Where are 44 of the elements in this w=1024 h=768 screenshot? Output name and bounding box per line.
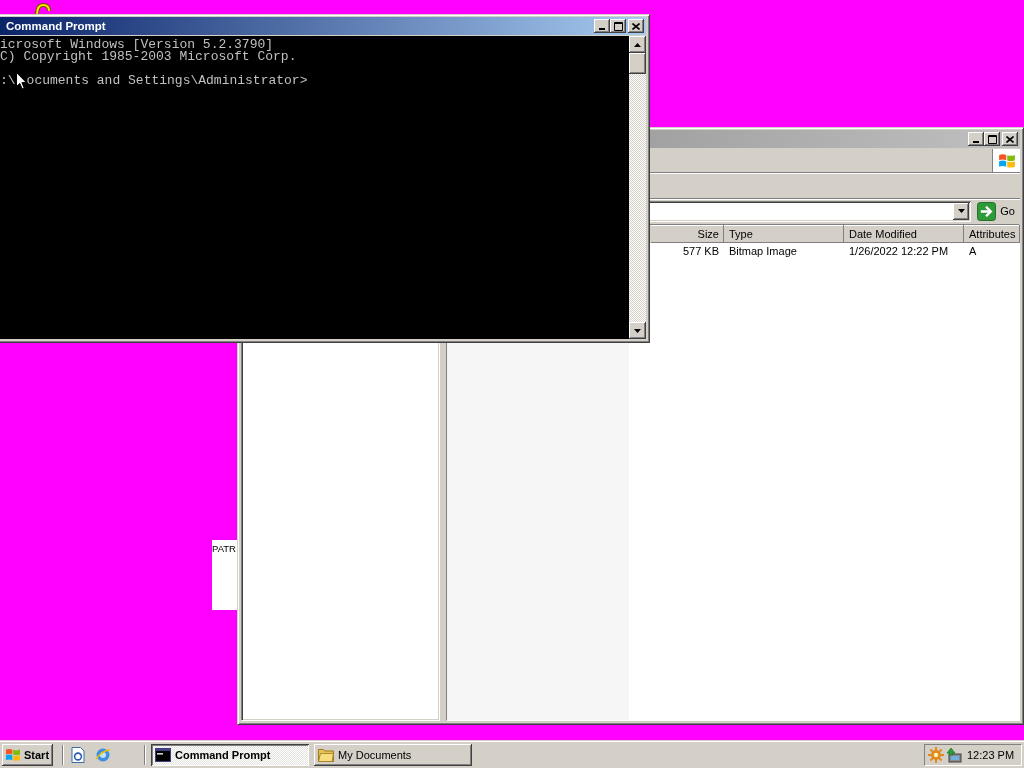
go-button[interactable]: Go bbox=[976, 200, 1018, 222]
column-header[interactable]: Date Modified bbox=[844, 225, 964, 243]
address-field[interactable] bbox=[650, 200, 972, 222]
clock-text: 12:23 PM bbox=[967, 748, 1015, 761]
maximize-icon bbox=[613, 21, 623, 31]
close-icon bbox=[1006, 135, 1014, 143]
document-icon[interactable] bbox=[70, 746, 86, 763]
prompt-text: ocuments and Settings\Administrator> bbox=[26, 75, 308, 87]
console-line: C) Copyright 1985-2003 Microsoft Corp. bbox=[0, 51, 297, 63]
maximize-button[interactable] bbox=[610, 19, 626, 33]
arrow-right-icon bbox=[977, 201, 997, 221]
column-header[interactable]: Type bbox=[724, 225, 844, 243]
scroll-up-button[interactable] bbox=[629, 36, 646, 53]
close-icon bbox=[632, 22, 640, 30]
prompt-text: :\ bbox=[0, 75, 16, 87]
taskbar-button[interactable]: Command Prompt bbox=[151, 743, 309, 766]
window-title: Command Prompt bbox=[5, 20, 106, 32]
maximize-icon bbox=[987, 134, 997, 144]
console-icon bbox=[155, 747, 171, 762]
panel-text: PATR bbox=[212, 543, 236, 554]
mouse-pointer-icon bbox=[16, 72, 27, 90]
column-header[interactable]: Attributes bbox=[964, 225, 1021, 243]
table-cell-text: 577 KB bbox=[681, 244, 720, 259]
dropdown-arrow-icon bbox=[957, 209, 965, 213]
flag-icon bbox=[5, 746, 21, 763]
folder-icon bbox=[318, 747, 334, 762]
minimize-button[interactable] bbox=[594, 19, 610, 33]
table-cell-text: A bbox=[968, 244, 978, 259]
triangle-down-icon bbox=[634, 328, 641, 333]
close-button[interactable] bbox=[628, 19, 644, 33]
taskbar-button[interactable]: My Documents bbox=[314, 743, 472, 766]
scrollbar-thumb[interactable] bbox=[629, 53, 646, 74]
table-cell-text: 1/26/2022 12:22 PM bbox=[848, 244, 950, 259]
table-cell-text: Bitmap Image bbox=[728, 244, 798, 259]
arc-icon[interactable] bbox=[35, 3, 51, 15]
minimize-icon bbox=[599, 27, 605, 30]
computer-arrow-icon[interactable] bbox=[946, 746, 962, 763]
scroll-down-button[interactable] bbox=[629, 322, 646, 339]
console-line: icrosoft Windows [Version 5.2.3790] bbox=[0, 39, 274, 51]
column-header[interactable]: Size bbox=[651, 225, 724, 243]
minimize-icon bbox=[973, 140, 979, 143]
start-button[interactable]: Start bbox=[2, 743, 53, 766]
triangle-up-icon bbox=[634, 42, 641, 47]
dropdown-button[interactable] bbox=[953, 202, 970, 220]
